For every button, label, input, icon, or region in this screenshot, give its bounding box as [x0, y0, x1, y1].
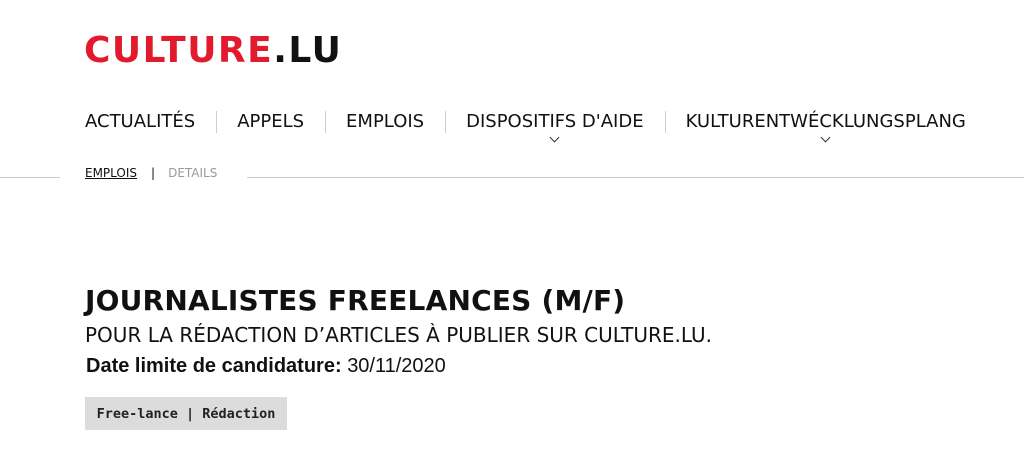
nav-item-label: KULTURENTWÉCKLUNGSPLANG: [685, 111, 966, 132]
site-logo[interactable]: CULTURE.LU: [84, 31, 342, 71]
page-title: JOURNALISTES FREELANCES (M/F): [85, 284, 626, 317]
deadline-label: Date limite de candidature:: [86, 355, 342, 377]
logo-brand-text: CULTURE: [84, 30, 274, 71]
breadcrumb-separator: |: [151, 166, 156, 180]
nav-item-appels[interactable]: APPELS: [237, 108, 304, 136]
main-nav: ACTUALITÉS APPELS EMPLOIS DISPOSITIFS D'…: [85, 108, 966, 143]
nav-item-kulturentwecklungsplang[interactable]: KULTURENTWÉCKLUNGSPLANG: [685, 108, 966, 143]
page-subtitle: POUR LA RÉDACTION D’ARTICLES À PUBLIER S…: [85, 323, 713, 347]
nav-divider: [325, 111, 327, 133]
nav-divider: [216, 111, 218, 133]
deadline-value: 30/11/2020: [347, 355, 446, 377]
breadcrumb-rule-left: [0, 177, 60, 178]
breadcrumb: EMPLOIS | DETAILS: [85, 165, 217, 181]
nav-divider: [445, 111, 447, 133]
chevron-down-icon[interactable]: [820, 132, 831, 143]
nav-divider: [664, 111, 666, 133]
logo-dot: .: [273, 30, 289, 71]
chevron-down-icon[interactable]: [549, 132, 560, 143]
nav-item-actualites[interactable]: ACTUALITÉS: [85, 108, 195, 136]
nav-item-dispositifs-daide[interactable]: DISPOSITIFS D'AIDE: [466, 108, 644, 143]
breadcrumb-current: DETAILS: [168, 166, 218, 180]
nav-item-emplois[interactable]: EMPLOIS: [346, 108, 424, 136]
application-deadline: Date limite de candidature: 30/11/2020: [86, 354, 446, 378]
logo-tld-text: LU: [288, 30, 343, 71]
nav-item-label: DISPOSITIFS D'AIDE: [466, 111, 644, 132]
breadcrumb-link-emplois[interactable]: EMPLOIS: [85, 166, 137, 180]
breadcrumb-rule-right: [247, 177, 1024, 178]
category-tag: Free-lance | Rédaction: [85, 397, 287, 430]
